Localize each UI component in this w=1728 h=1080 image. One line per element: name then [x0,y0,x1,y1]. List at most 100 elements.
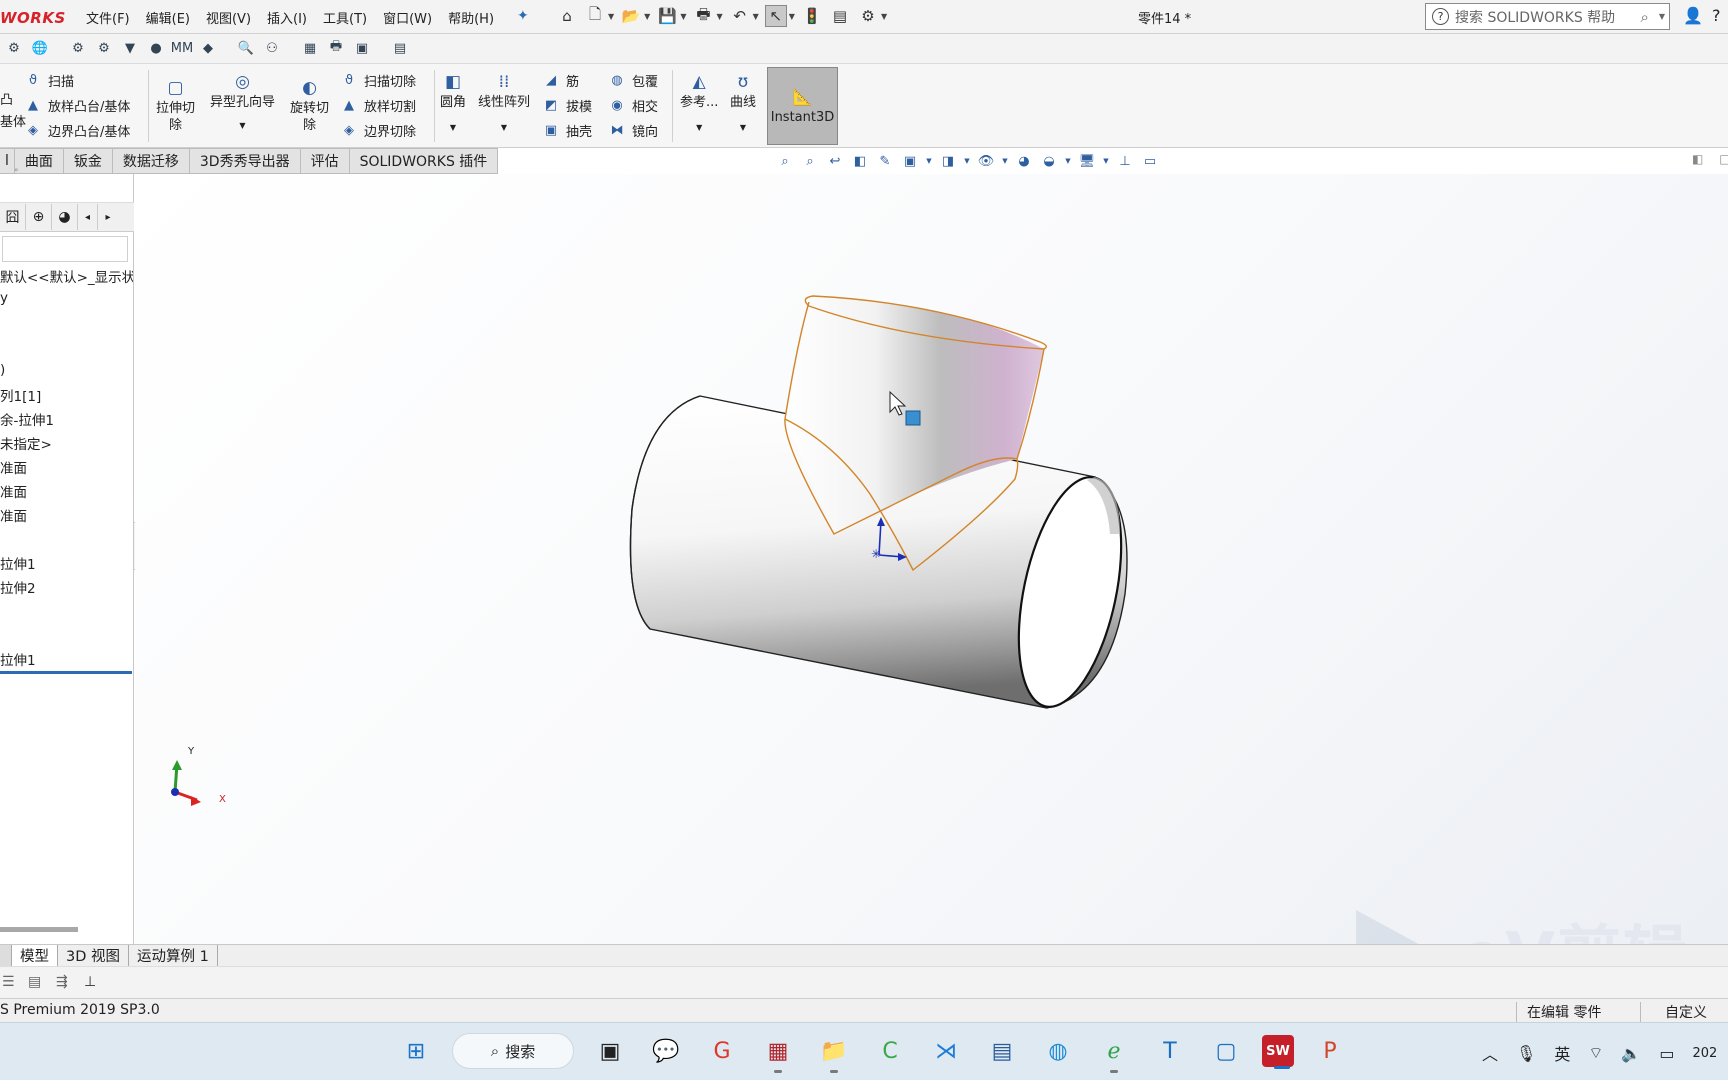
hide-show-icon[interactable]: 👁 [976,152,996,170]
gear-settings-icon[interactable]: ⚙ [94,38,114,58]
config-manager-icon[interactable]: 囧 [0,204,26,230]
wifi-icon[interactable]: ⌔ [1588,1043,1603,1063]
wrap-button[interactable]: ◍ 包覆 [608,68,658,92]
restore-viewport-icon[interactable]: ◧ [1692,152,1703,166]
hole-wizard-button[interactable]: ◎ 异型孔向导 ▼ [210,70,275,134]
filter-icon[interactable]: ⇶ [56,974,68,990]
tab-surfaces[interactable]: 曲面 [14,148,64,174]
lofted-boss-button[interactable]: ▲ 放样凸台/基体 [24,93,130,117]
file-properties-icon[interactable]: ▤ [829,5,851,27]
edit-appearance-icon[interactable]: ◕ [1014,152,1034,170]
help-search-box[interactable]: ? 搜索 SOLIDWORKS 帮助 ⌕ ▼ [1425,3,1670,30]
clock-partial[interactable]: 202 [1692,1046,1717,1061]
boundary-boss-button[interactable]: ◈ 边界凸台/基体 [24,118,130,142]
chevron-down-icon[interactable]: ▼ [501,119,507,136]
binoculars-icon[interactable]: ⚇ [262,38,282,58]
chevron-down-icon[interactable]: ▼ [608,12,614,21]
apply-scene-icon[interactable]: ◒ [1039,152,1059,170]
tree-item-extrude1[interactable]: 拉伸1 [0,553,133,573]
open-folder-icon[interactable]: 📂 [620,5,642,27]
search-icon[interactable]: ⌕ [1640,8,1648,26]
home-icon[interactable]: ⌂ [556,5,578,27]
view-orientation-icon[interactable]: ▣ [900,152,920,170]
bucket-icon[interactable]: ▼ [120,38,140,58]
video-editor-icon[interactable]: ▦ [758,1031,798,1073]
maximize-viewport-icon[interactable]: □ [1719,152,1728,166]
user-icon[interactable]: 👤 [1683,6,1703,25]
chevron-down-icon[interactable]: ▼ [1659,12,1665,21]
assembly-icon[interactable]: ⚙ [4,38,24,58]
swept-boss-button[interactable]: ϑ 扫描 [24,68,74,92]
wps-icon[interactable]: G [702,1031,742,1071]
document-icon[interactable]: ▤ [390,38,410,58]
swept-cut-button[interactable]: ϑ 扫描切除 [340,68,416,92]
instant3d-button[interactable]: 📐 Instant3D [767,67,838,145]
volume-icon[interactable]: 🔈 [1621,1044,1641,1063]
tree-item-origin[interactable]: ) [0,362,133,378]
lofted-cut-button[interactable]: ▲ 放样切割 [340,93,416,117]
chevron-down-icon[interactable]: ▼ [1001,152,1009,170]
camera-icon[interactable]: ▣ [352,38,372,58]
menu-insert[interactable]: 插入(I) [259,8,315,27]
curves-button[interactable]: ʊ 曲线 ▼ [730,70,756,136]
feature-tree-filter[interactable] [2,236,128,262]
tree-item-cut-extrude[interactable]: 余-拉伸1 [0,409,133,429]
zoom-to-area-icon[interactable]: ⌕ [800,152,820,170]
chevron-down-icon[interactable]: ▼ [881,12,887,21]
zoom-to-fit-icon[interactable]: ⌕ [775,152,795,170]
select-pointer-icon[interactable]: ↖ [764,5,787,27]
list-icon[interactable]: ☰ [2,974,15,990]
section-view-icon[interactable]: ◧ [850,152,870,170]
window-app-icon[interactable]: ▢ [1206,1031,1246,1071]
menu-file[interactable]: 文件(F) [78,8,138,27]
chevron-right-icon[interactable]: ▸ [98,204,118,230]
view-settings-icon[interactable]: 🖥 [1077,152,1097,170]
triad-icon[interactable]: ⊥ [1115,152,1135,170]
rib-button[interactable]: ◢ 筋 [542,68,579,92]
menu-help[interactable]: 帮助(H) [440,8,502,27]
edge-icon[interactable]: ◍ [1038,1031,1078,1071]
chevron-down-icon[interactable]: ▼ [644,12,650,21]
rollback-bar[interactable] [0,671,132,674]
tree-item-history[interactable]: y [0,290,133,306]
vscode-icon[interactable]: ⋊ [926,1031,966,1071]
boss-base-partial[interactable]: 凸 基体 [0,90,26,134]
tree-item-top-plane[interactable]: 准面 [0,481,133,501]
status-units-custom[interactable]: 自定义 [1640,1002,1707,1022]
file-explorer-icon[interactable]: 📁 [814,1031,854,1073]
display-style-icon[interactable]: ◨ [938,152,958,170]
windows-start-icon[interactable]: ⊞ [396,1031,436,1071]
printer-icon[interactable]: 🖶 [326,38,346,58]
chevron-left-icon[interactable]: ◂ [78,204,98,230]
ime-indicator[interactable]: 英 [1554,1041,1570,1065]
pin-icon[interactable]: ✦ [517,8,529,24]
table-icon[interactable]: ▤ [28,974,41,990]
traffic-light-icon[interactable]: 🚦 [801,5,823,27]
chevron-down-icon[interactable]: ▼ [716,12,722,21]
chevron-down-icon[interactable]: ▼ [680,12,686,21]
microphone-icon[interactable]: 🎙 [1516,1044,1536,1063]
camtasia-icon[interactable]: C [870,1031,910,1071]
chevron-down-icon[interactable]: ▼ [753,12,759,21]
display-manager-icon[interactable]: ◕ [52,204,78,230]
app-t3-icon[interactable]: T [1150,1031,1190,1071]
tab-sheet-metal[interactable]: 钣金 [63,148,113,174]
panel-horizontal-scrollbar[interactable] [0,927,78,932]
graphics-viewport[interactable]: ✳ Y X [135,174,1728,944]
fillet-button[interactable]: ◧ 圆角 ▼ [440,70,466,136]
tab-scroll-left[interactable] [0,945,12,966]
dynamic-annotation-icon[interactable]: ✎ [875,152,895,170]
revolved-cut-button[interactable]: ◐ 旋转切 除 [290,76,329,134]
draft-button[interactable]: ◩ 拔模 [542,93,592,117]
tree-item-extrude2[interactable]: 拉伸2 [0,577,133,597]
new-document-icon[interactable]: 🗋 [584,5,606,27]
wechat-icon[interactable]: 💬 [646,1031,686,1071]
undo-icon[interactable]: ↶ [729,5,751,27]
component-icon[interactable]: ◆ [198,38,218,58]
menu-tools[interactable]: 工具(T) [315,8,375,27]
tree-item-cut-extrude1[interactable]: 拉伸1 [0,649,133,669]
chevron-down-icon[interactable]: ▼ [239,117,245,134]
chevron-down-icon[interactable]: ▼ [696,119,702,136]
tab-3d-views[interactable]: 3D 视图 [58,945,129,966]
powerpoint-icon[interactable]: P [1310,1031,1350,1071]
